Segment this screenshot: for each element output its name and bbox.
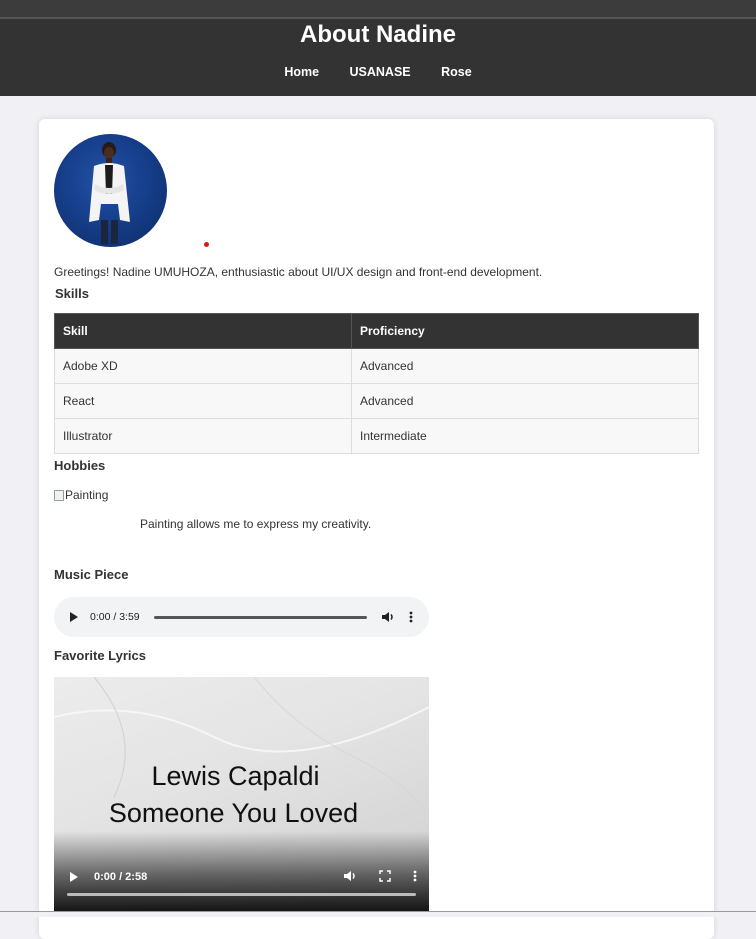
person-portrait-icon xyxy=(89,142,130,244)
skill-cell: Adobe XD xyxy=(54,348,352,384)
skill-cell: React xyxy=(54,383,352,419)
video-volume-icon[interactable] xyxy=(343,870,357,885)
table-row: React Advanced xyxy=(54,383,699,419)
painting-image: Painting xyxy=(54,488,108,502)
video-seek-bar[interactable] xyxy=(67,893,416,896)
content-card: Greetings! Nadine UMUHOZA, enthusiastic … xyxy=(39,119,714,939)
video-controls: 0:00 / 2:58 xyxy=(54,865,429,889)
audio-player[interactable]: 0:00 / 3:59 xyxy=(54,597,429,637)
video-play-icon[interactable] xyxy=(70,872,78,882)
table-row: Adobe XD Advanced xyxy=(54,348,699,384)
painting-caption: Painting allows me to express my creativ… xyxy=(140,517,372,531)
video-song-text: Someone You Loved xyxy=(108,798,359,828)
hobbies-heading: Hobbies xyxy=(54,458,106,473)
audio-seek-bar[interactable] xyxy=(153,615,367,619)
skills-table: Skill Proficiency Adobe XD Advanced Reac… xyxy=(54,313,699,454)
avatar xyxy=(54,134,167,247)
music-heading: Music Piece xyxy=(54,567,129,582)
nav-link-home[interactable]: Home xyxy=(284,65,319,79)
volume-icon[interactable] xyxy=(381,611,395,623)
site-header: About Nadine Home USANASE Rose xyxy=(0,19,756,96)
proficiency-cell: Advanced xyxy=(351,348,699,384)
page-title: About Nadine xyxy=(300,21,456,48)
table-header-row: Skill Proficiency xyxy=(54,313,699,349)
nav-link-usanase[interactable]: USANASE xyxy=(350,65,411,79)
video-player[interactable]: Lewis Capaldi Someone You Loved 0:00 / 2… xyxy=(54,677,429,911)
intro-text: Greetings! Nadine UMUHOZA, enthusiastic … xyxy=(54,265,543,279)
video-time: 0:00 / 2:58 xyxy=(94,871,148,883)
column-header-proficiency: Proficiency xyxy=(351,313,699,349)
column-header-skill: Skill xyxy=(54,313,352,349)
status-dot xyxy=(204,242,209,247)
browser-top-strip xyxy=(0,0,756,17)
more-options-icon[interactable] xyxy=(409,611,413,623)
table-row: Illustrator Intermediate xyxy=(54,418,699,454)
skills-heading: Skills xyxy=(55,286,89,301)
broken-image-icon xyxy=(54,489,64,501)
proficiency-cell: Intermediate xyxy=(351,418,699,454)
nav-link-rose[interactable]: Rose xyxy=(441,65,472,79)
skill-cell: Illustrator xyxy=(54,418,352,454)
video-more-options-icon[interactable] xyxy=(413,870,417,885)
painting-image-alt: Painting xyxy=(65,488,109,502)
video-artist-text: Lewis Capaldi xyxy=(151,761,320,791)
bottom-edge xyxy=(0,911,756,917)
play-icon[interactable] xyxy=(70,612,78,622)
main-nav: Home USANASE Rose xyxy=(0,63,756,81)
lyrics-heading: Favorite Lyrics xyxy=(54,648,147,663)
proficiency-cell: Advanced xyxy=(351,383,699,419)
fullscreen-icon[interactable] xyxy=(379,869,391,885)
audio-time: 0:00 / 3:59 xyxy=(90,611,140,623)
